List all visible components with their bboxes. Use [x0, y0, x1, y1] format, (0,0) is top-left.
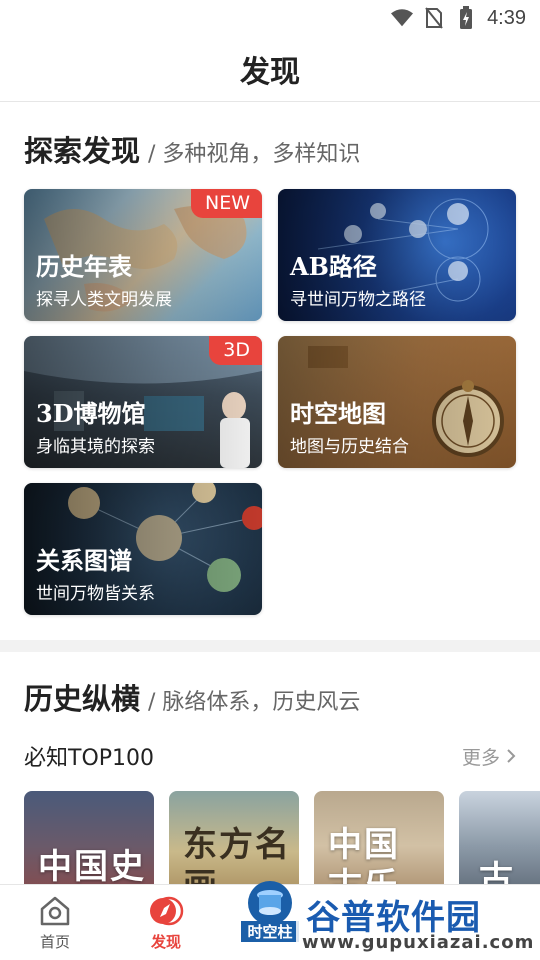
explore-subtitle: / 多种视角，多样知识 [148, 142, 361, 167]
page-title: 发现 [0, 36, 540, 102]
history-section: 历史纵横 / 脉络体系，历史风云 [0, 676, 540, 716]
new-badge: NEW [190, 189, 262, 218]
status-time: 4:39 [487, 6, 526, 29]
card-3d-museum[interactable]: 3D 3D博物馆 身临其境的探索 [24, 336, 262, 468]
card-desc: 世间万物皆关系 [36, 584, 155, 604]
card-relation-graph[interactable]: 关系图谱 世间万物皆关系 [24, 483, 262, 615]
explore-title: 探索发现 [24, 134, 141, 168]
more-link[interactable]: 更多 [462, 743, 516, 770]
top100-label: 必知TOP100 [24, 746, 155, 771]
card-desc: 探寻人类文明发展 [36, 290, 172, 310]
site-watermark: 谷普软件园 www.gupuxiazai.com [296, 886, 540, 960]
explore-header: 探索发现 / 多种视角，多样知识 [0, 128, 540, 168]
battery-charging-icon [455, 6, 477, 29]
card-spacetime-map[interactable]: 时空地图 地图与历史结合 [278, 336, 516, 468]
explore-section: 探索发现 / 多种视角，多样知识 [0, 128, 540, 168]
card-title: 关系图谱 [36, 546, 132, 575]
tab-discover[interactable]: 发现 [126, 895, 206, 952]
tab-label: 时空柱 [241, 921, 299, 942]
book-title: 中国史 [38, 847, 146, 887]
section-divider [0, 640, 540, 652]
compass-icon [150, 896, 184, 926]
more-label: 更多 [461, 746, 500, 769]
card-title: 历史年表 [36, 252, 132, 281]
history-subtitle: / 脉络体系，历史风云 [148, 690, 361, 715]
no-sim-icon [423, 7, 445, 29]
history-title: 历史纵横 [24, 682, 141, 716]
card-desc: 身临其境的探索 [36, 437, 155, 457]
watermark-url: www.gupuxiazai.com [302, 932, 535, 953]
pillar-icon [248, 881, 292, 925]
home-icon [40, 896, 70, 926]
card-desc: 地图与历史结合 [290, 437, 409, 457]
3d-badge: 3D [209, 336, 262, 365]
top100-row: 必知TOP100 更多 [24, 740, 516, 772]
tab-label: 发现 [150, 933, 181, 951]
card-title: AB路径 [290, 252, 377, 281]
history-header: 历史纵横 / 脉络体系，历史风云 [0, 676, 540, 716]
wifi-icon [391, 7, 414, 29]
card-ab-path[interactable]: AB路径 寻世间万物之路径 [278, 189, 516, 321]
card-history-timeline[interactable]: NEW 历史年表 探寻人类文明发展 [24, 189, 262, 321]
chevron-right-icon [507, 749, 516, 763]
card-desc: 寻世间万物之路径 [290, 290, 426, 310]
status-bar: 4:39 [0, 0, 540, 36]
tab-label: 首页 [39, 933, 70, 951]
card-title: 时空地图 [290, 399, 386, 428]
card-title: 3D博物馆 [36, 399, 146, 428]
tab-home[interactable]: 首页 [15, 895, 95, 952]
